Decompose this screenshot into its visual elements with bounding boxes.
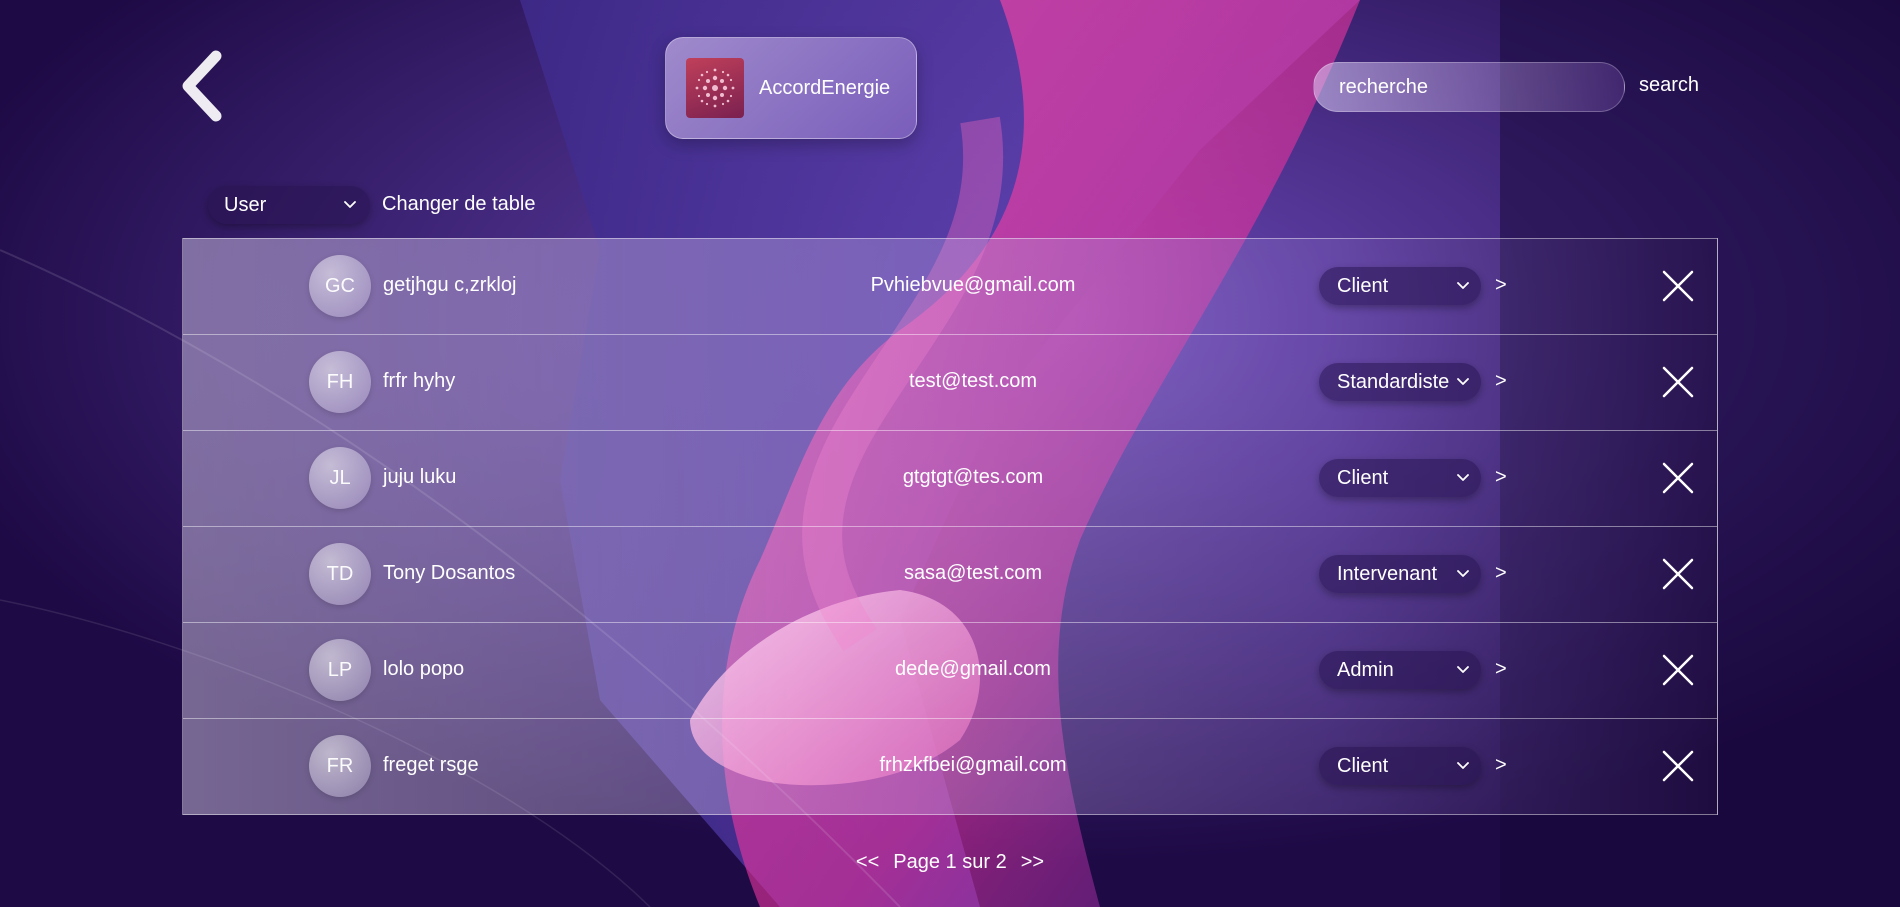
table-row: JL juju luku gtgtgt@tes.com Client > <box>182 430 1718 526</box>
table-row: TD Tony Dosantos sasa@test.com Intervena… <box>182 526 1718 622</box>
user-name: Tony Dosantos <box>383 562 516 584</box>
role-select[interactable]: Client <box>1319 267 1481 305</box>
close-icon[interactable] <box>1661 749 1695 783</box>
close-icon[interactable] <box>1661 365 1695 399</box>
avatar: TD <box>309 543 371 605</box>
avatar: FR <box>309 735 371 797</box>
table-select-value: User <box>224 193 267 216</box>
page-indicator: Page 1 sur 2 <box>893 851 1007 873</box>
role-select[interactable]: Admin <box>1319 651 1481 689</box>
user-name: juju luku <box>383 466 457 488</box>
avatar: FH <box>309 351 371 413</box>
next-page-button[interactable]: >> <box>1021 851 1044 874</box>
user-email: test@test.com <box>908 370 1038 392</box>
role-select[interactable]: Client <box>1319 747 1481 785</box>
table-row: LP lolo popo dede@gmail.com Admin > <box>182 622 1718 718</box>
open-user-button[interactable]: > <box>1495 754 1507 777</box>
chevron-down-icon <box>1457 474 1469 481</box>
user-table: GC getjhgu c,zrkloj Pvhiebvue@gmail.com … <box>182 238 1718 815</box>
pagination: << Page 1 sur 2 >> <box>0 851 1900 874</box>
user-name: getjhgu c,zrkloj <box>383 274 517 296</box>
open-user-button[interactable]: > <box>1495 562 1507 585</box>
open-user-button[interactable]: > <box>1495 466 1507 489</box>
user-name: lolo popo <box>383 658 465 680</box>
chevron-down-icon <box>344 201 356 208</box>
user-email: Pvhiebvue@gmail.com <box>870 274 1076 296</box>
close-icon[interactable] <box>1661 269 1695 303</box>
user-name: freget rsge <box>383 754 479 776</box>
role-select[interactable]: Client <box>1319 459 1481 497</box>
arrow-left-icon <box>182 50 268 122</box>
open-user-button[interactable]: > <box>1495 370 1507 393</box>
role-select-value: Client <box>1337 274 1389 297</box>
chevron-down-icon <box>1457 282 1469 289</box>
table-select[interactable]: User <box>208 186 370 224</box>
close-icon[interactable] <box>1661 653 1695 687</box>
prev-page-button[interactable]: << <box>856 851 879 874</box>
search-button[interactable]: search <box>1639 74 1699 97</box>
user-name: frfr hyhy <box>383 370 456 392</box>
chevron-down-icon <box>1457 762 1469 769</box>
table-switch-label: Changer de table <box>382 193 536 215</box>
user-email: frhzkfbei@gmail.com <box>879 754 1067 776</box>
avatar: GC <box>309 255 371 317</box>
role-select[interactable]: Intervenant <box>1319 555 1481 593</box>
close-icon[interactable] <box>1661 557 1695 591</box>
table-row: FR freget rsge frhzkfbei@gmail.com Clien… <box>182 718 1718 815</box>
chevron-down-icon <box>1457 378 1469 385</box>
search-input[interactable] <box>1313 62 1625 112</box>
role-select-value: Standardiste <box>1337 370 1450 393</box>
user-email: dede@gmail.com <box>895 658 1051 680</box>
back-button[interactable] <box>182 50 268 122</box>
avatar: LP <box>309 639 371 701</box>
user-email: gtgtgt@tes.com <box>902 466 1044 488</box>
chevron-down-icon <box>1457 666 1469 673</box>
role-select-value: Intervenant <box>1337 562 1438 585</box>
brand-badge: AccordEnergie <box>665 37 917 139</box>
table-row: FH frfr hyhy test@test.com Standardiste … <box>182 334 1718 430</box>
user-email: sasa@test.com <box>903 562 1043 584</box>
role-select[interactable]: Standardiste <box>1319 363 1481 401</box>
role-select-value: Client <box>1337 466 1389 489</box>
brand-name: AccordEnergie <box>759 76 891 99</box>
avatar: JL <box>309 447 371 509</box>
open-user-button[interactable]: > <box>1495 658 1507 681</box>
table-row: GC getjhgu c,zrkloj Pvhiebvue@gmail.com … <box>182 238 1718 334</box>
role-select-value: Admin <box>1337 658 1394 681</box>
close-icon[interactable] <box>1661 461 1695 495</box>
chevron-down-icon <box>1457 570 1469 577</box>
role-select-value: Client <box>1337 754 1389 777</box>
brand-logo-icon <box>686 58 744 118</box>
open-user-button[interactable]: > <box>1495 274 1507 297</box>
app-window: AccordEnergie search User Changer de tab… <box>0 0 1900 907</box>
